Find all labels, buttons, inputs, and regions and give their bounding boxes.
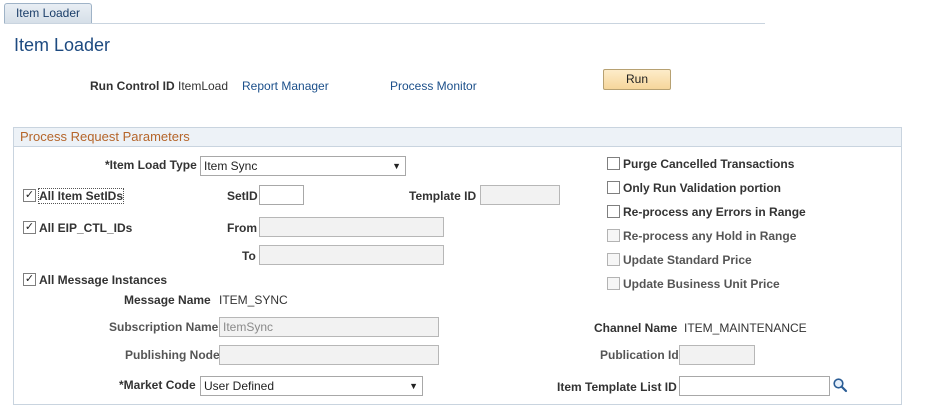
channel-name-value: ITEM_MAINTENANCE	[684, 321, 807, 335]
reprocess-hold-checkbox[interactable]	[607, 229, 620, 242]
all-message-instances-checkbox[interactable]: ✓	[23, 273, 36, 286]
checkmark-icon: ✓	[24, 273, 35, 285]
all-item-setids-label: All Item SetIDs	[37, 188, 125, 204]
purge-cancelled-transactions-label: Purge Cancelled Transactions	[623, 157, 795, 171]
report-manager-link[interactable]: Report Manager	[242, 79, 329, 93]
item-load-type-value: Item Sync	[204, 159, 258, 173]
dropdown-arrow-icon: ▼	[409, 381, 418, 391]
from-label: From	[227, 221, 257, 235]
template-id-label: Template ID	[409, 189, 477, 203]
reprocess-hold-label: Re-process any Hold in Range	[623, 229, 797, 243]
to-label: To	[242, 249, 256, 263]
page-title: Item Loader	[14, 35, 111, 55]
checkmark-icon: ✓	[24, 221, 35, 233]
subscription-name-input[interactable]: ItemSync	[219, 317, 439, 337]
run-button[interactable]: Run	[603, 69, 671, 90]
from-input[interactable]	[259, 217, 444, 237]
publication-id-input[interactable]	[679, 345, 755, 365]
run-control-id-label: Run Control ID	[90, 79, 175, 93]
purge-cancelled-transactions-checkbox[interactable]	[607, 157, 620, 170]
all-eip-ctl-ids-checkbox[interactable]: ✓	[23, 221, 36, 234]
update-standard-price-checkbox[interactable]	[607, 253, 620, 266]
tab-item-loader[interactable]: Item Loader	[4, 3, 92, 23]
item-load-type-select[interactable]: Item Sync ▼	[200, 156, 406, 176]
update-standard-price-label: Update Standard Price	[623, 253, 752, 267]
template-id-input[interactable]	[480, 185, 560, 205]
tab-bar-divider	[4, 23, 765, 24]
all-message-instances-label: All Message Instances	[39, 273, 168, 287]
magnifier-icon-graphic	[833, 378, 848, 393]
message-name-value: ITEM_SYNC	[219, 293, 288, 307]
item-template-list-id-input[interactable]	[679, 376, 830, 396]
to-input[interactable]	[259, 245, 444, 265]
magnifier-icon[interactable]	[832, 377, 848, 393]
market-code-label: *Market Code	[119, 378, 196, 392]
only-run-validation-checkbox[interactable]	[607, 181, 620, 194]
setid-input[interactable]	[259, 185, 304, 205]
process-monitor-link[interactable]: Process Monitor	[390, 79, 477, 93]
publishing-node-label: Publishing Node	[125, 348, 220, 362]
only-run-validation-label: Only Run Validation portion	[623, 181, 781, 195]
update-business-unit-price-label: Update Business Unit Price	[623, 277, 780, 291]
market-code-value: User Defined	[204, 379, 275, 393]
update-business-unit-price-checkbox[interactable]	[607, 277, 620, 290]
subscription-name-label: Subscription Name	[109, 320, 219, 334]
section-title: Process Request Parameters	[14, 128, 901, 147]
market-code-select[interactable]: User Defined ▼	[200, 376, 423, 396]
item-load-type-label: *Item Load Type	[105, 158, 197, 172]
channel-name-label: Channel Name	[594, 321, 678, 335]
item-template-list-id-label: Item Template List ID	[557, 380, 677, 394]
message-name-label: Message Name	[124, 293, 211, 307]
dropdown-arrow-icon: ▼	[392, 161, 401, 171]
all-item-setids-checkbox[interactable]: ✓	[23, 189, 36, 202]
reprocess-errors-checkbox[interactable]	[607, 205, 620, 218]
setid-label: SetID	[227, 189, 258, 203]
all-eip-ctl-ids-label: All EIP_CTL_IDs	[39, 221, 133, 235]
publication-id-label: Publication Id	[600, 348, 679, 362]
checkmark-icon: ✓	[24, 189, 35, 201]
publishing-node-input[interactable]	[219, 345, 439, 365]
reprocess-errors-label: Re-process any Errors in Range	[623, 205, 806, 219]
run-control-id-value: ItemLoad	[178, 79, 229, 93]
